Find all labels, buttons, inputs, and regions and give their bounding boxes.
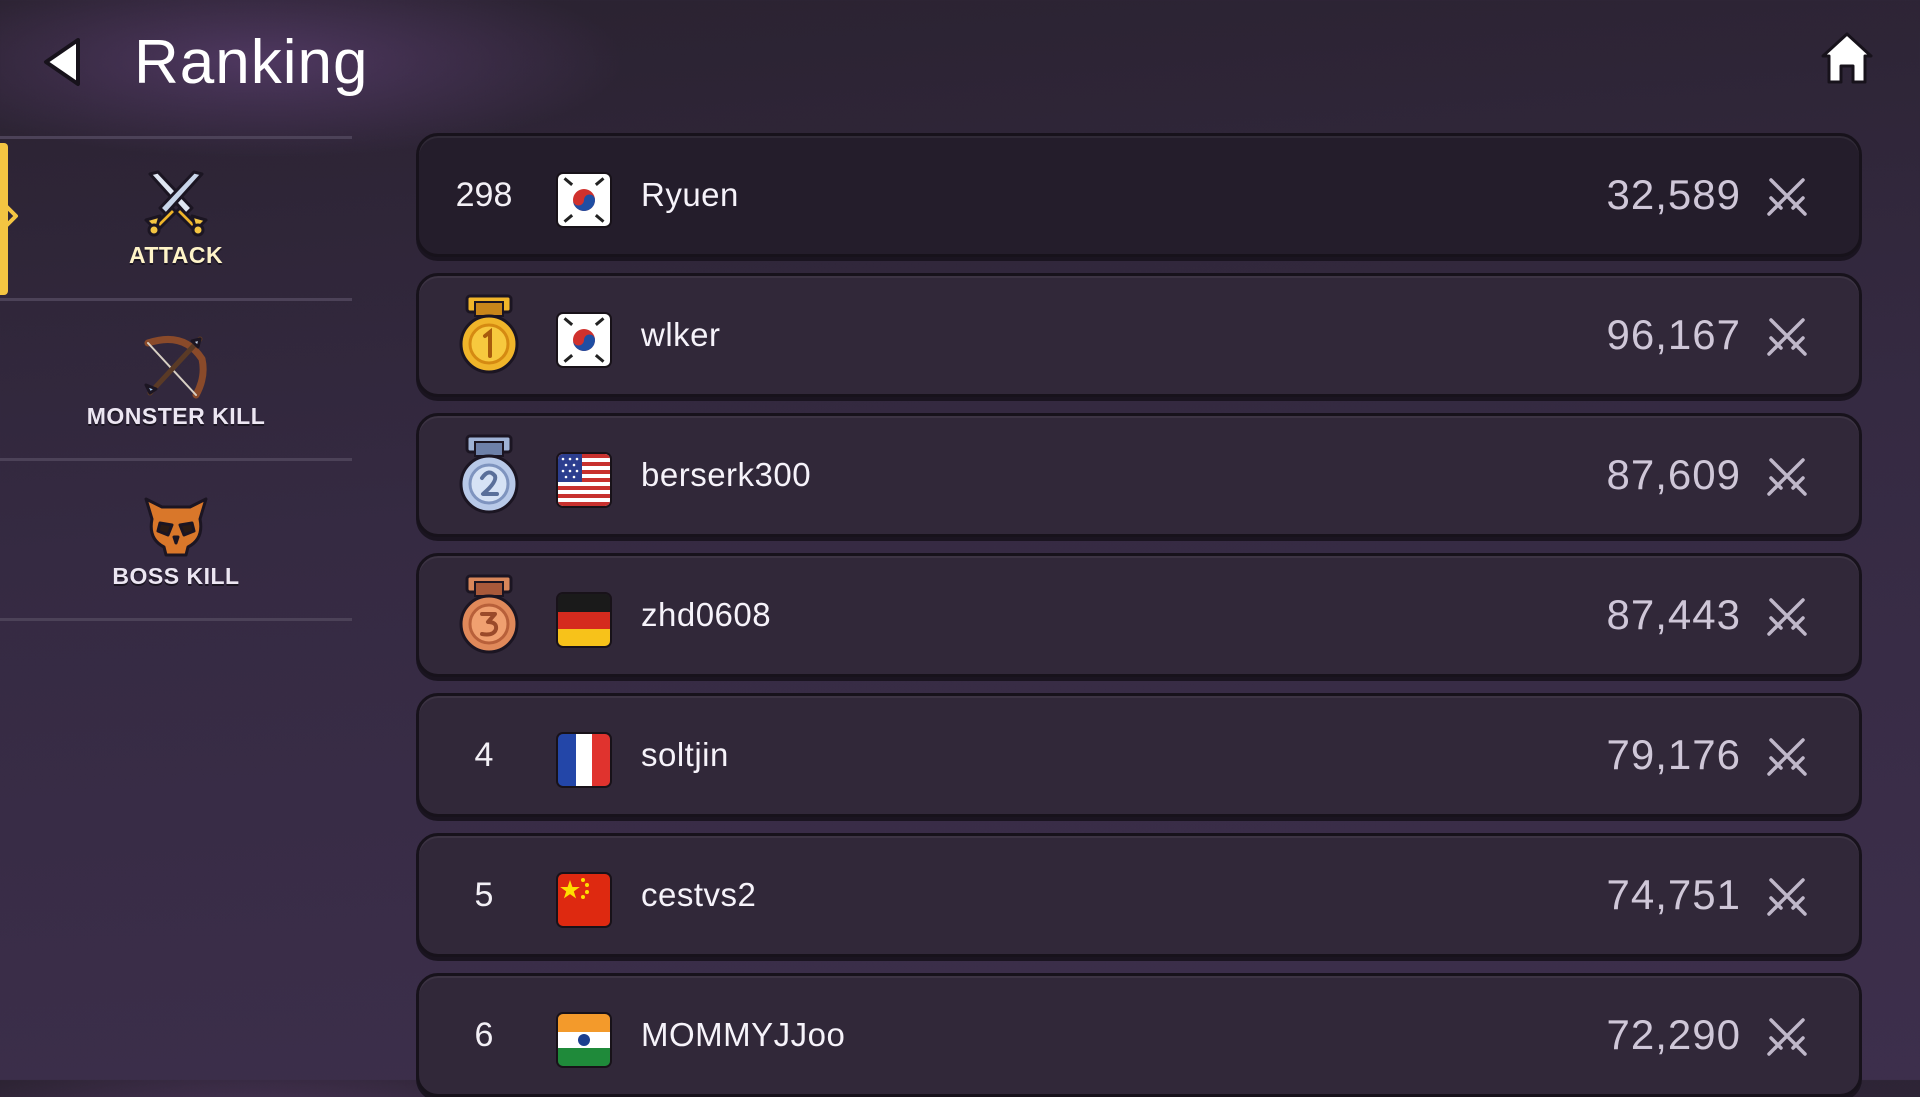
us-flag-icon [558,454,610,506]
ranking-row[interactable]: wlker 96,167 [416,273,1862,397]
player-score: 87,609 [1606,451,1741,498]
top-bar: Ranking [0,0,1920,130]
player-name: MOMMYJJoo [641,1016,846,1053]
rank-number: 298 [455,176,513,214]
home-icon[interactable] [1820,30,1874,86]
gold-medal-icon [459,294,519,374]
back-arrow-icon[interactable] [38,34,88,90]
rank-number: 4 [474,736,494,774]
player-name: soltjin [641,736,729,773]
cn-flag-icon [558,874,610,926]
rank-number: 6 [474,1016,494,1054]
ranking-row[interactable]: 5 cestvs2 74,751 [416,833,1862,957]
ranking-row[interactable]: 4 soltjin 79,176 [416,693,1862,817]
player-score: 87,443 [1606,591,1741,638]
crossed-swords-icon [1767,598,1807,636]
silver-medal-icon [459,434,519,514]
my-rank-row[interactable]: 298 Ryuen 32,589 [416,133,1862,257]
bow-arrow-icon [144,335,207,399]
kr-flag-icon [558,314,610,366]
tab-label: BOSS KILL [112,563,240,589]
tab-boss-kill[interactable]: BOSS KILL [0,461,352,618]
crossed-swords-icon [1767,1018,1807,1056]
player-score: 72,290 [1606,1011,1741,1058]
crossed-swords-icon [1767,318,1807,356]
crossed-swords-icon [144,170,208,237]
sidebar-divider [0,618,352,621]
tab-attack[interactable]: ATTACK [0,139,352,298]
player-score: 79,176 [1606,731,1741,778]
crossed-swords-icon [1767,178,1807,216]
ranking-row[interactable]: 6 MOMMYJJoo 72,290 [416,973,1862,1097]
player-name: cestvs2 [641,876,757,913]
in-flag-icon [558,1014,610,1066]
player-name: Ryuen [641,176,739,213]
category-sidebar: ATTACK MONSTER KILL BOSS KILL [0,136,352,621]
active-tab-arrow-icon [0,200,18,232]
skull-icon [144,497,208,557]
player-score: 96,167 [1606,311,1741,358]
player-name: berserk300 [641,456,812,493]
kr-flag-icon [558,174,610,226]
tab-label: MONSTER KILL [86,403,266,429]
tab-label: ATTACK [128,242,224,268]
crossed-swords-icon [1767,458,1807,496]
de-flag-icon [558,594,610,646]
rank-number: 5 [474,876,494,914]
crossed-swords-icon [1767,878,1807,916]
player-name: wlker [641,316,721,353]
ranking-row[interactable]: berserk300 87,609 [416,413,1862,537]
ranking-row[interactable]: zhd0608 87,443 [416,553,1862,677]
crossed-swords-icon [1767,738,1807,776]
player-score: 74,751 [1606,871,1741,918]
fr-flag-icon [558,734,610,786]
tab-monster-kill[interactable]: MONSTER KILL [0,301,352,458]
page-title: Ranking [134,28,369,97]
player-name: zhd0608 [641,596,772,633]
bronze-medal-icon [459,574,519,654]
player-score: 32,589 [1606,171,1741,218]
